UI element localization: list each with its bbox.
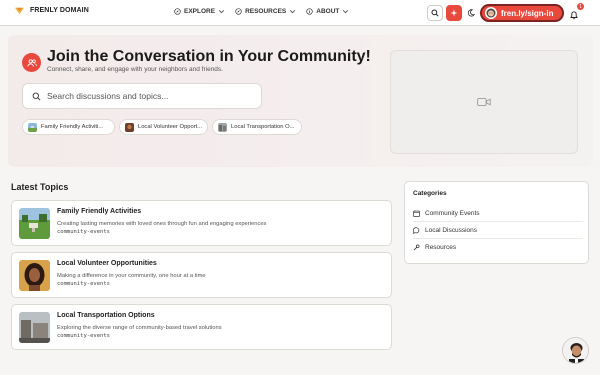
main-nav: EXPLORE RESOURCES ABOUT <box>174 8 349 15</box>
topic-description: Making a difference in your community, o… <box>57 273 206 279</box>
topic-description: Creating lasting memories with loved one… <box>57 221 267 227</box>
building-thumbnail-icon <box>218 122 227 132</box>
street-building-image <box>19 312 50 343</box>
topic-chips: Family Friendly Activiti... Local Volunt… <box>22 119 302 135</box>
avatar <box>485 7 497 19</box>
person-thumbnail-icon <box>125 122 134 132</box>
community-badge <box>22 53 41 72</box>
compass-icon <box>174 8 181 15</box>
topic-title: Family Friendly Activities <box>57 208 142 215</box>
header-search-button[interactable] <box>427 5 443 21</box>
nav-about[interactable]: ABOUT <box>306 8 349 15</box>
top-header: FRENLY DOMAIN EXPLORE RESOURCES ABOUT fr… <box>0 0 600 26</box>
topic-title: Local Transportation Options <box>57 312 155 319</box>
theme-toggle-button[interactable] <box>463 5 479 21</box>
topic-card-family-activities[interactable]: Family Friendly Activities Creating last… <box>11 200 392 246</box>
page-title: Join the Conversation in Your Community! <box>47 48 371 65</box>
chip-label: Family Friendly Activiti... <box>41 124 104 130</box>
category-local-discussions[interactable]: Local Discussions <box>413 223 583 237</box>
topic-tag: community-events <box>57 333 110 339</box>
topic-tag: community-events <box>57 281 110 287</box>
page-subtitle: Connect, share, and engage with your nei… <box>47 66 223 73</box>
compass-icon <box>235 8 242 15</box>
chat-bubble-icon <box>413 226 420 234</box>
topic-description: Exploring the diverse range of community… <box>57 325 222 331</box>
users-icon <box>26 58 37 67</box>
sign-in-button[interactable]: fren.ly/sign-in <box>480 4 564 22</box>
chevron-down-icon <box>218 10 225 14</box>
category-community-events[interactable]: Community Events <box>413 206 583 220</box>
divider <box>413 238 583 239</box>
park-thumbnail-icon <box>28 122 37 132</box>
topic-thumbnail <box>19 312 50 343</box>
profile-photo-image <box>563 338 588 363</box>
quick-action-button[interactable] <box>446 5 462 21</box>
nav-resources[interactable]: RESOURCES <box>235 8 296 15</box>
chip-family-activities[interactable]: Family Friendly Activiti... <box>22 119 115 135</box>
nav-resources-label: RESOURCES <box>245 8 287 15</box>
bell-icon <box>570 11 578 20</box>
chip-label: Local Volunteer Opport... <box>137 124 202 130</box>
info-icon <box>306 8 313 15</box>
brand-logo[interactable]: FRENLY DOMAIN <box>14 6 89 15</box>
user-face-icon <box>486 8 496 18</box>
categories-heading: Categories <box>413 190 447 197</box>
nav-about-label: ABOUT <box>316 8 340 15</box>
category-label: Resources <box>425 243 457 251</box>
search-bar[interactable] <box>22 83 262 109</box>
brand-mark-icon <box>15 7 24 15</box>
divider <box>413 221 583 222</box>
chip-volunteer[interactable]: Local Volunteer Opport... <box>119 119 208 135</box>
calendar-icon <box>413 209 420 217</box>
topic-card-transportation[interactable]: Local Transportation Options Exploring t… <box>11 304 392 350</box>
sign-in-label: fren.ly/sign-in <box>501 8 554 18</box>
topic-card-volunteer[interactable]: Local Volunteer Opportunities Making a d… <box>11 252 392 298</box>
topic-thumbnail <box>19 260 50 291</box>
nav-explore-label: EXPLORE <box>184 8 216 15</box>
categories-panel: Categories Community Events Local Discus… <box>404 181 589 264</box>
sparkle-icon <box>450 9 458 17</box>
park-picnic-image <box>19 208 50 239</box>
search-input[interactable] <box>47 91 247 101</box>
category-resources[interactable]: Resources <box>413 240 583 254</box>
notification-badge: 1 <box>577 3 584 10</box>
chevron-down-icon <box>343 10 349 14</box>
video-camera-icon <box>477 98 491 106</box>
wrench-icon <box>413 244 420 250</box>
moon-icon <box>467 9 475 17</box>
search-icon <box>431 9 439 17</box>
floating-profile-avatar[interactable] <box>562 337 589 364</box>
chip-transportation[interactable]: Local Transportation O... <box>212 119 302 135</box>
topic-tag: community-events <box>57 229 110 235</box>
topic-thumbnail <box>19 208 50 239</box>
search-icon <box>32 92 41 100</box>
brand-name: FRENLY DOMAIN <box>30 7 89 14</box>
nav-explore[interactable]: EXPLORE <box>174 8 225 15</box>
chevron-down-icon <box>290 10 296 14</box>
category-label: Local Discussions <box>425 226 478 234</box>
topic-title: Local Volunteer Opportunities <box>57 260 157 267</box>
chip-label: Local Transportation O... <box>231 124 295 130</box>
category-label: Community Events <box>425 209 480 217</box>
latest-topics-heading: Latest Topics <box>11 182 69 192</box>
volunteer-portrait-image <box>19 260 50 291</box>
video-placeholder[interactable] <box>390 50 578 154</box>
